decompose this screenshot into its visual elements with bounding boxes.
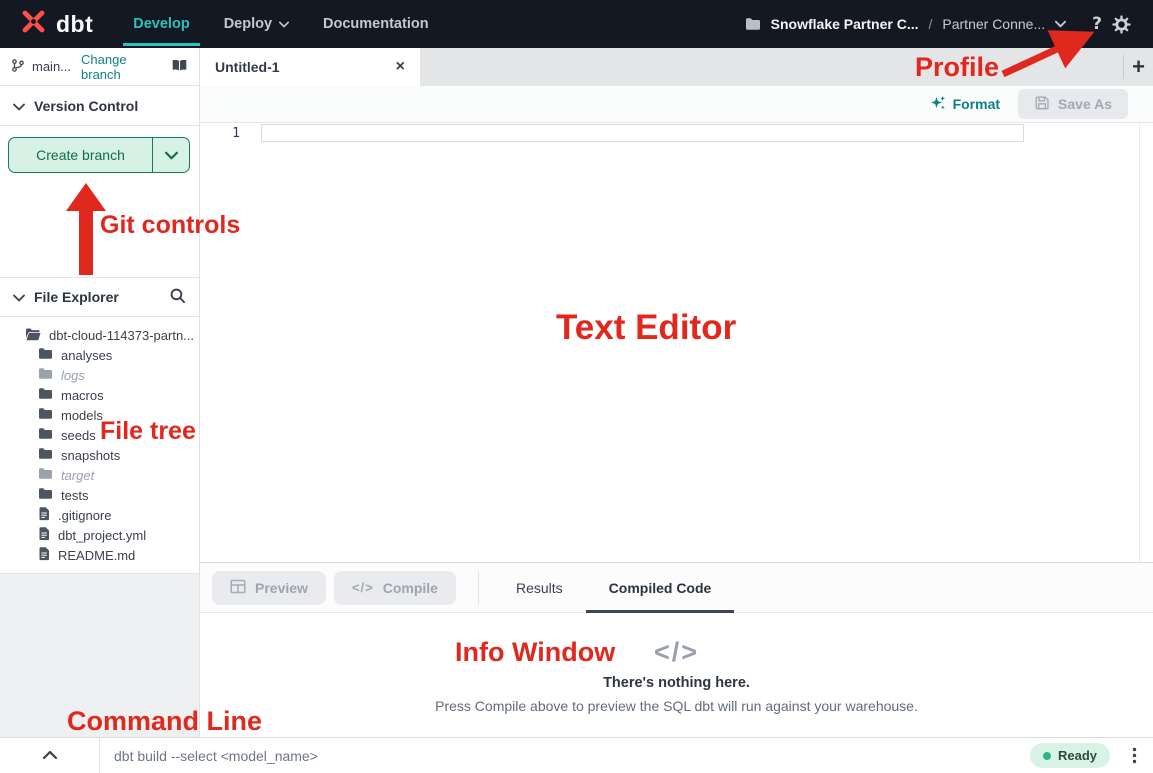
- tab-results[interactable]: Results: [493, 563, 586, 613]
- project-selector-chevron-icon[interactable]: [1055, 20, 1066, 28]
- version-control-header[interactable]: Version Control: [0, 86, 199, 126]
- version-control-title: Version Control: [34, 98, 138, 114]
- current-branch-label: main...: [32, 59, 71, 74]
- tab-untitled-1[interactable]: Untitled-1 ×: [200, 48, 420, 86]
- tree-item-analyses[interactable]: analyses: [0, 345, 199, 365]
- folder-icon: [38, 407, 53, 423]
- create-branch-split-button: Create branch: [8, 137, 190, 173]
- tabbar-spacer: [420, 48, 1123, 86]
- tree-item-models[interactable]: models: [0, 405, 199, 425]
- tree-item-logs[interactable]: logs: [0, 365, 199, 385]
- left-sidebar: main... Change branch Version Control Cr…: [0, 48, 200, 737]
- tab-title: Untitled-1: [215, 59, 396, 75]
- git-controls-area: Create branch: [0, 126, 199, 173]
- status-badge: Ready: [1030, 743, 1110, 768]
- folder-icon: [38, 427, 53, 443]
- line-number: 1: [200, 126, 240, 141]
- sidebar-bottom-fill: [0, 573, 199, 737]
- code-editor[interactable]: 1: [200, 123, 1153, 562]
- status-label: Ready: [1058, 748, 1097, 763]
- editor-tabbar: Untitled-1 × +: [200, 48, 1153, 86]
- compile-button[interactable]: </> Compile: [334, 571, 456, 605]
- editor-active-line[interactable]: [261, 124, 1024, 142]
- project-name[interactable]: Partner Conne...: [942, 16, 1045, 32]
- tree-item-snapshots[interactable]: snapshots: [0, 445, 199, 465]
- tree-item-project-root[interactable]: dbt-cloud-114373-partn...: [0, 325, 199, 345]
- sparkle-icon: [930, 95, 946, 114]
- save-floppy-icon: [1034, 95, 1050, 114]
- command-bar: Ready: [0, 737, 1153, 773]
- create-branch-dropdown-button[interactable]: [153, 138, 189, 172]
- tree-item-target[interactable]: target: [0, 465, 199, 485]
- dbt-logo[interactable]: dbt: [20, 8, 93, 40]
- folder-open-icon: [25, 327, 41, 344]
- file-icon: [38, 507, 50, 524]
- empty-state-subtitle: Press Compile above to preview the SQL d…: [435, 698, 918, 714]
- info-window-empty-state: </> There's nothing here. Press Compile …: [200, 613, 1153, 737]
- toolbar-divider: [478, 571, 479, 605]
- editor-region: Untitled-1 × + Format: [200, 48, 1153, 737]
- tree-item-gitignore[interactable]: .gitignore: [0, 505, 199, 525]
- tree-item-seeds[interactable]: seeds: [0, 425, 199, 445]
- nav-develop[interactable]: Develop: [133, 16, 189, 32]
- info-window-panel: Preview </> Compile Results Compiled Cod…: [200, 562, 1153, 737]
- main-nav: Develop Deploy Documentation: [133, 16, 428, 32]
- chevron-down-icon: [13, 289, 25, 305]
- branch-bar: main... Change branch: [0, 48, 199, 86]
- tree-item-tests[interactable]: tests: [0, 485, 199, 505]
- table-icon: [230, 579, 246, 597]
- sidebar-spacer: [0, 173, 199, 277]
- git-branch-icon: [11, 58, 25, 76]
- editor-toolbar: Format Save As: [200, 86, 1153, 123]
- search-icon[interactable]: [169, 287, 186, 307]
- nav-documentation[interactable]: Documentation: [323, 16, 429, 32]
- folder-icon: [38, 347, 53, 363]
- chevron-down-icon: [279, 16, 289, 32]
- nav-deploy[interactable]: Deploy: [224, 16, 289, 32]
- navbar-right-cluster: Snowflake Partner C... / Partner Conne..…: [745, 14, 1131, 34]
- editor-scrollbar-gutter: [1139, 123, 1140, 562]
- command-bar-expand-button[interactable]: [0, 738, 100, 773]
- code-icon: </>: [654, 637, 699, 668]
- brand-name: dbt: [56, 11, 93, 38]
- close-tab-icon[interactable]: ×: [396, 59, 405, 75]
- code-icon: </>: [352, 580, 374, 595]
- empty-state-title: There's nothing here.: [603, 675, 750, 691]
- info-window-toolbar: Preview </> Compile Results Compiled Cod…: [200, 563, 1153, 613]
- change-branch-link[interactable]: Change branch: [81, 52, 164, 82]
- status-dot: [1043, 752, 1051, 760]
- format-button[interactable]: Format: [930, 95, 1000, 114]
- folder-icon: [38, 487, 53, 503]
- folder-icon: [38, 387, 53, 403]
- tree-item-readme[interactable]: README.md: [0, 545, 199, 565]
- file-explorer-title: File Explorer: [34, 289, 119, 305]
- folder-icon: [38, 467, 53, 483]
- command-input[interactable]: [100, 748, 1030, 764]
- folder-icon: [38, 447, 53, 463]
- top-navbar: dbt Develop Deploy Documentation Snowfla…: [0, 0, 1153, 48]
- file-icon: [38, 527, 50, 544]
- kebab-menu-icon[interactable]: [1123, 742, 1145, 770]
- dbt-logo-icon: [20, 8, 47, 40]
- preview-button[interactable]: Preview: [212, 571, 326, 605]
- help-icon[interactable]: ?: [1092, 14, 1102, 34]
- tree-item-macros[interactable]: macros: [0, 385, 199, 405]
- tab-compiled-code[interactable]: Compiled Code: [586, 563, 735, 613]
- file-icon: [38, 547, 50, 564]
- new-tab-button[interactable]: +: [1124, 48, 1153, 86]
- settings-gear-icon[interactable]: [1112, 15, 1131, 34]
- chevron-up-icon: [42, 748, 58, 763]
- folder-icon: [38, 367, 53, 383]
- project-account-name[interactable]: Snowflake Partner C...: [771, 16, 919, 32]
- file-tree: dbt-cloud-114373-partn... analyses logs …: [0, 317, 199, 573]
- file-explorer-header[interactable]: File Explorer: [0, 277, 199, 317]
- chevron-down-icon: [13, 98, 25, 114]
- create-branch-button[interactable]: Create branch: [9, 138, 153, 172]
- docs-book-icon[interactable]: [171, 58, 188, 75]
- breadcrumb-separator: /: [929, 16, 933, 32]
- dbt-cloud-ide-screen: dbt Develop Deploy Documentation Snowfla…: [0, 0, 1153, 773]
- project-folder-icon: [745, 17, 761, 31]
- save-as-button[interactable]: Save As: [1018, 89, 1128, 119]
- tree-item-dbt-project-yml[interactable]: dbt_project.yml: [0, 525, 199, 545]
